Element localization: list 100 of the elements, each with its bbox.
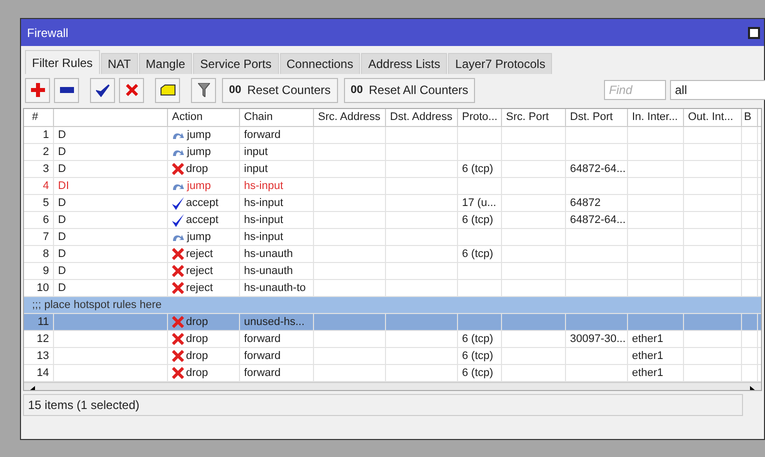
column-header[interactable]: Src. Port <box>506 109 549 126</box>
dst-port-text: 64872 <box>570 196 601 211</box>
maximize-button[interactable] <box>748 26 760 38</box>
action-text: drop <box>186 348 208 364</box>
action-text: drop <box>186 366 208 381</box>
protocol-text: 6 (tcp) <box>462 246 494 262</box>
disable-button[interactable] <box>119 78 144 102</box>
filter-button[interactable] <box>191 78 216 102</box>
tab[interactable]: Connections <box>280 53 360 74</box>
reset-counters-button[interactable]: 00 Reset All Counters <box>344 78 476 102</box>
chain-text: forward <box>244 128 281 143</box>
tab[interactable]: Service Ports <box>193 53 279 74</box>
tab[interactable]: Layer7 Protocols <box>448 53 552 74</box>
rule-row[interactable]: 12 drop forward 6 (tcp) 30097-30... ether1 <box>24 331 761 348</box>
protocol-text: 6 (tcp) <box>462 332 494 347</box>
chain-text: unused-hs... <box>244 314 305 330</box>
jump-arrow-icon <box>172 232 185 242</box>
protocol-text: 6 (tcp) <box>462 348 494 364</box>
rule-row[interactable]: 6 D accept hs-input 6 (tcp) 64872-64... <box>24 212 761 229</box>
x-icon <box>126 84 138 96</box>
flags: D <box>58 212 66 228</box>
chain-text: forward <box>244 348 281 364</box>
column-header[interactable]: Dst. Port <box>570 109 613 126</box>
rule-row[interactable]: 5 D accept hs-input 17 (u... 64872 <box>24 195 761 212</box>
row-number: 8 <box>42 246 49 262</box>
protocol-text: 6 (tcp) <box>462 212 494 228</box>
remove-button[interactable] <box>54 78 79 102</box>
flags: D <box>58 246 66 262</box>
checkmark-icon <box>172 214 184 226</box>
column-header[interactable]: Proto... <box>462 109 498 126</box>
row-number: 13 <box>36 348 49 364</box>
chain-text: input <box>244 162 268 177</box>
row-number: 14 <box>36 366 49 381</box>
tab[interactable]: NAT <box>100 53 138 74</box>
find-field[interactable]: Find <box>604 80 666 100</box>
enable-button[interactable] <box>90 78 115 102</box>
protocol-text: 6 (tcp) <box>462 162 494 177</box>
action-text: jump <box>187 128 211 143</box>
action-text: reject <box>186 264 213 279</box>
comment-button[interactable] <box>155 78 180 102</box>
column-header[interactable]: Src. Address <box>318 109 380 126</box>
flags: D <box>58 196 66 211</box>
rule-row[interactable]: 13 drop forward 6 (tcp) ether1 <box>24 348 761 365</box>
x-icon <box>172 367 184 379</box>
row-number: 12 <box>36 332 49 347</box>
rule-row[interactable]: 10 D reject hs-unauth-to <box>24 280 761 297</box>
action-text: reject <box>186 280 213 296</box>
rule-row[interactable]: 9 D reject hs-unauth <box>24 263 761 280</box>
flags: D <box>58 280 66 296</box>
jump-arrow-icon <box>172 130 185 140</box>
plus-icon <box>30 83 44 97</box>
status-text: 15 items (1 selected) <box>28 397 140 414</box>
column-header[interactable]: Chain <box>244 109 273 126</box>
column-header[interactable]: Out. Int... <box>688 109 734 126</box>
checkmark-icon <box>96 84 110 96</box>
jump-arrow-icon <box>172 148 185 156</box>
flags: D <box>58 230 66 245</box>
add-button[interactable] <box>25 78 50 102</box>
rule-row[interactable]: 8 D reject hs-unauth 6 (tcp) <box>24 246 761 263</box>
flags: DI <box>58 178 69 194</box>
chain-text: hs-input <box>244 196 284 211</box>
row-number: 2 <box>42 144 49 160</box>
row-number: 5 <box>42 196 49 211</box>
column-header[interactable]: B <box>744 109 752 126</box>
flags: D <box>58 162 66 177</box>
comment-text: ;;; place hotspot rules here <box>32 298 162 313</box>
checkmark-icon <box>172 196 184 210</box>
x-icon <box>172 163 184 175</box>
minus-icon <box>60 87 74 93</box>
reset-counters-button[interactable]: 00 Reset Counters <box>222 78 338 102</box>
flags: D <box>58 128 66 143</box>
tab[interactable]: Filter Rules <box>25 50 100 74</box>
in-interface-text: ether1 <box>632 348 664 364</box>
tab[interactable]: Address Lists <box>361 53 448 74</box>
rule-row[interactable]: 7 D jump hs-input <box>24 229 761 246</box>
x-icon <box>172 316 184 328</box>
flags: D <box>58 144 66 160</box>
comment-row[interactable]: ;;; place hotspot rules here <box>24 297 761 314</box>
rule-row[interactable]: 1 D jump forward <box>24 127 761 144</box>
rule-row[interactable]: 4 DI jump hs-input <box>24 178 761 195</box>
x-icon <box>172 282 184 294</box>
chain-text: input <box>244 144 268 160</box>
in-interface-text: ether1 <box>632 332 664 347</box>
column-header[interactable]: Action <box>172 109 203 126</box>
tab[interactable]: Mangle <box>138 53 192 74</box>
action-text: accept <box>186 212 218 228</box>
column-header[interactable]: Dst. Address <box>390 109 452 126</box>
x-icon <box>172 265 184 277</box>
action-text: jump <box>187 178 211 194</box>
rule-row[interactable]: 11 drop unused-hs... <box>24 314 761 331</box>
column-header[interactable]: # <box>28 109 38 126</box>
rule-row[interactable]: 3 D drop input 6 (tcp) 64872-64... <box>24 161 761 178</box>
filter-select[interactable]: all <box>670 80 765 100</box>
row-number: 7 <box>42 230 49 245</box>
rule-row[interactable]: 14 drop forward 6 (tcp) ether1 <box>24 365 761 382</box>
action-text: drop <box>186 332 208 347</box>
column-header[interactable]: In. Inter... <box>632 109 678 126</box>
chain-text: hs-unauth <box>244 246 293 262</box>
rule-row[interactable]: 2 D jump input <box>24 144 761 161</box>
in-interface-text: ether1 <box>632 366 664 381</box>
